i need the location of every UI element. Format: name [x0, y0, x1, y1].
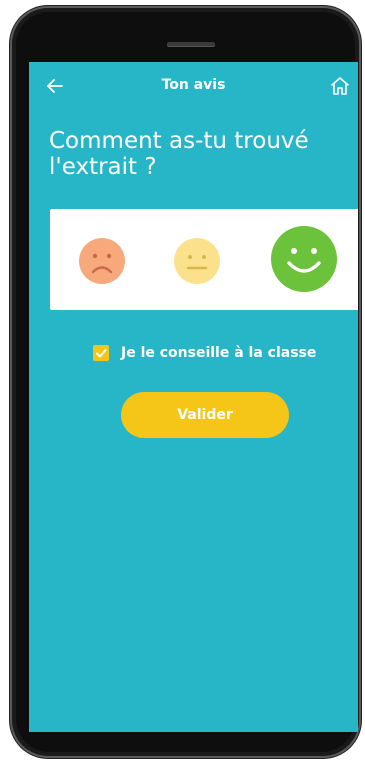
app-screen: Ton avis Comment as-tu trouvé l'extrait … — [29, 62, 358, 732]
checkmark-icon — [96, 349, 107, 358]
recommend-label: Je le conseille à la classe — [121, 345, 317, 361]
question-heading: Comment as-tu trouvé l'extrait ? — [49, 128, 309, 180]
home-button[interactable] — [328, 74, 352, 98]
submit-button[interactable]: Valider — [121, 392, 289, 438]
top-bar: Ton avis — [29, 62, 358, 112]
rating-happy-option[interactable] — [270, 225, 338, 293]
phone-speaker — [167, 42, 215, 46]
recommend-checkbox-row[interactable]: Je le conseille à la classe — [93, 344, 316, 362]
rating-card — [50, 209, 358, 310]
recommend-checkbox[interactable] — [93, 345, 109, 361]
rating-sad-option[interactable] — [78, 237, 126, 285]
rating-neutral-option[interactable] — [173, 237, 221, 285]
happy-face-icon — [271, 226, 337, 292]
sad-face-icon — [79, 238, 125, 284]
neutral-face-icon — [174, 238, 220, 284]
phone-frame: Ton avis Comment as-tu trouvé l'extrait … — [10, 6, 361, 758]
page-title: Ton avis — [161, 77, 226, 93]
home-icon — [331, 77, 349, 95]
